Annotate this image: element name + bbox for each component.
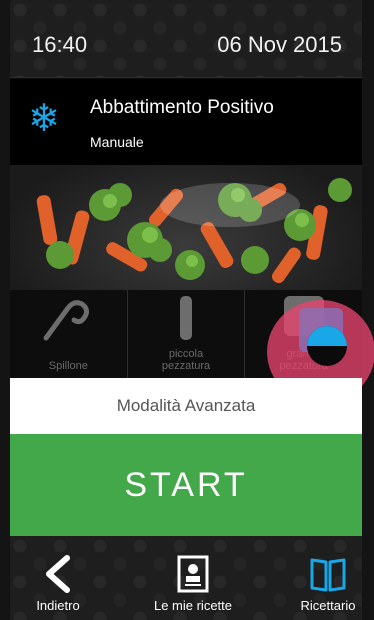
food-photo-image	[10, 165, 362, 290]
book-icon	[310, 558, 346, 592]
option-small-size-label: piccola pezzatura	[128, 348, 245, 372]
bottom-nav: Indietro Le mie ricette Ricettario	[10, 536, 362, 620]
option-probe-label: Spillone	[48, 360, 88, 372]
program-mode: Manuale	[90, 134, 144, 150]
recipe-book-button[interactable]: Ricettario	[294, 536, 362, 620]
program-title: Abbattimento Positivo	[90, 97, 274, 118]
status-bar: 16:40 06 Nov 2015	[10, 0, 362, 78]
back-label: Indietro	[36, 598, 80, 613]
chevron-left-icon	[46, 555, 70, 593]
food-photo	[10, 165, 362, 290]
my-recipes-button[interactable]: Le mie ricette	[128, 536, 258, 620]
start-button[interactable]: START	[10, 434, 362, 536]
option-small-size-label-line2: pezzatura	[161, 360, 211, 372]
advanced-mode-button[interactable]: Modalità Avanzata	[10, 378, 362, 434]
option-small-size-label-line1: piccola	[168, 348, 204, 360]
clock-date: 06 Nov 2015	[217, 32, 342, 57]
snowflake-icon: ❄	[28, 98, 60, 140]
small-size-icon	[180, 296, 192, 340]
contact-card-icon	[177, 555, 209, 593]
option-small-size[interactable]: piccola pezzatura	[127, 290, 246, 378]
my-recipes-label: Le mie ricette	[153, 598, 233, 613]
back-button[interactable]: Indietro	[10, 536, 106, 620]
clock-time: 16:40	[32, 32, 88, 57]
program-header: ❄ Abbattimento Positivo Manuale	[10, 79, 362, 165]
recipe-book-label: Ricettario	[300, 598, 356, 613]
probe-icon	[43, 300, 90, 341]
option-probe[interactable]: Spillone	[10, 290, 128, 378]
